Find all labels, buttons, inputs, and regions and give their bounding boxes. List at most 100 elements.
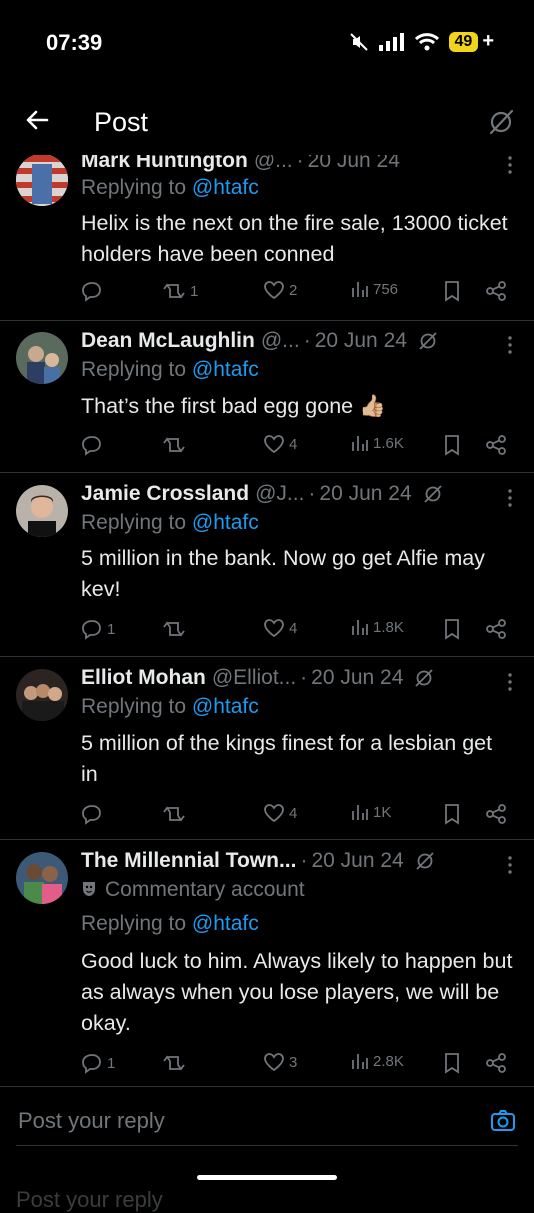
repost-button[interactable] <box>162 618 190 640</box>
repost-button[interactable] <box>162 1052 190 1074</box>
share-icon[interactable] <box>484 434 508 456</box>
views-chart-icon <box>352 620 368 635</box>
grok-icon[interactable] <box>413 667 435 689</box>
views-button[interactable]: 1.6K <box>351 434 404 452</box>
action-bar: 1 2 756 <box>81 280 514 306</box>
more-options-icon[interactable] <box>508 156 512 174</box>
bookmark-icon[interactable] <box>443 1052 461 1074</box>
bookmark-icon[interactable] <box>443 803 461 825</box>
share-icon[interactable] <box>484 1052 508 1074</box>
like-button[interactable]: 3 <box>263 1052 297 1072</box>
camera-icon[interactable] <box>490 1109 516 1133</box>
grok-icon[interactable] <box>414 850 436 872</box>
mention-link[interactable]: @htafc <box>192 176 259 199</box>
views-button[interactable]: 756 <box>351 280 398 298</box>
repost-button[interactable] <box>162 434 190 456</box>
battery-charging-indicator: + <box>482 30 494 52</box>
grok-icon[interactable] <box>417 330 439 352</box>
reply-button[interactable] <box>81 434 107 456</box>
views-count: 1K <box>373 803 392 821</box>
heart-icon <box>264 804 284 823</box>
avatar[interactable] <box>16 485 68 537</box>
author-name[interactable]: The Millennial Town... <box>81 849 296 873</box>
grok-icon[interactable] <box>422 483 444 505</box>
more-options-icon[interactable] <box>508 336 512 354</box>
back-arrow-icon[interactable] <box>22 105 52 135</box>
post-date[interactable]: 20 Jun 24 <box>311 666 403 690</box>
action-bar: 1 4 1.8K <box>81 618 514 644</box>
reply-button[interactable]: 1 <box>81 1052 115 1074</box>
battery-level: 49 <box>448 31 479 52</box>
grok-icon[interactable] <box>486 107 516 137</box>
author-handle[interactable]: @Elliot... <box>212 666 296 690</box>
views-button[interactable]: 1K <box>351 803 391 821</box>
views-chart-icon <box>352 282 368 297</box>
bookmark-icon[interactable] <box>443 434 461 456</box>
reply-item[interactable]: Elliot Mohan @Elliot... · 20 Jun 24 Repl… <box>0 657 534 840</box>
author-handle[interactable]: @... <box>261 329 300 353</box>
replying-to: Replying to @htafc <box>81 358 259 381</box>
reply-item[interactable]: Dean McLaughlin @... · 20 Jun 24 Replyin… <box>0 320 534 473</box>
reply-button[interactable] <box>81 803 107 825</box>
mention-link[interactable]: @htafc <box>192 358 259 381</box>
like-button[interactable]: 4 <box>263 618 297 638</box>
signal-icon <box>378 32 404 51</box>
reply-item[interactable]: Mark Huntington @... · 20 Jun 24 Replyin… <box>0 146 534 321</box>
replying-to: Replying to @htafc <box>81 176 259 199</box>
more-options-icon[interactable] <box>508 489 512 507</box>
author-name[interactable]: Dean McLaughlin <box>81 329 255 353</box>
like-button[interactable]: 4 <box>263 434 297 454</box>
author-name[interactable]: Jamie Crossland <box>81 482 249 506</box>
bookmark-icon[interactable] <box>443 280 461 302</box>
views-count: 1.8K <box>373 618 404 636</box>
top-navigation-bar: Post <box>0 95 534 155</box>
views-count: 2.8K <box>373 1052 404 1070</box>
avatar[interactable] <box>16 852 68 904</box>
comment-icon <box>82 620 101 640</box>
post-date[interactable]: 20 Jun 24 <box>311 849 403 873</box>
composer-divider <box>16 1145 518 1146</box>
mention-link[interactable]: @htafc <box>192 912 259 935</box>
avatar[interactable] <box>16 154 68 206</box>
reply-text: That’s the first bad egg gone 👍🏼 <box>81 394 386 418</box>
like-button[interactable]: 2 <box>263 280 297 300</box>
more-options-icon[interactable] <box>508 673 512 691</box>
heart-icon <box>264 619 284 638</box>
reply-item[interactable]: The Millennial Town... · 20 Jun 24 Comme… <box>0 840 534 1086</box>
views-button[interactable]: 1.8K <box>351 618 404 636</box>
reply-count: 1 <box>107 620 116 638</box>
bookmark-icon[interactable] <box>443 618 461 640</box>
reply-count: 1 <box>107 1054 116 1072</box>
action-bar: 1 3 2.8K <box>81 1052 514 1078</box>
post-date[interactable]: 20 Jun 24 <box>319 482 411 506</box>
share-icon[interactable] <box>484 803 508 825</box>
home-indicator[interactable] <box>197 1175 337 1180</box>
ghost-reply-text: Post your reply <box>16 1187 163 1212</box>
views-chart-icon <box>352 1054 368 1069</box>
share-icon[interactable] <box>484 618 508 640</box>
share-icon[interactable] <box>484 280 508 302</box>
post-date[interactable]: 20 Jun 24 <box>315 329 407 353</box>
comment-icon <box>82 805 101 825</box>
repost-button[interactable]: 1 <box>162 280 198 302</box>
heart-icon <box>264 1053 284 1072</box>
repost-button[interactable] <box>162 803 190 825</box>
mention-link[interactable]: @htafc <box>192 511 259 534</box>
avatar[interactable] <box>16 669 68 721</box>
mention-link[interactable]: @htafc <box>192 695 259 718</box>
heart-icon <box>264 435 284 454</box>
reply-input[interactable] <box>16 1107 460 1135</box>
author-name[interactable]: Elliot Mohan <box>81 666 206 690</box>
reply-item[interactable]: Jamie Crossland @J... · 20 Jun 24 Replyi… <box>0 473 534 657</box>
comment-icon <box>82 436 101 456</box>
avatar[interactable] <box>16 332 68 384</box>
more-options-icon[interactable] <box>508 856 512 874</box>
repost-icon <box>163 621 185 637</box>
reply-button[interactable]: 1 <box>81 618 115 640</box>
reply-button[interactable] <box>81 280 107 302</box>
author-handle[interactable]: @J... <box>255 482 304 506</box>
action-bar: 4 1.6K <box>81 434 514 460</box>
reply-text: Good luck to him. Always likely to happe… <box>81 949 513 1035</box>
views-button[interactable]: 2.8K <box>351 1052 404 1070</box>
like-button[interactable]: 4 <box>263 803 297 823</box>
